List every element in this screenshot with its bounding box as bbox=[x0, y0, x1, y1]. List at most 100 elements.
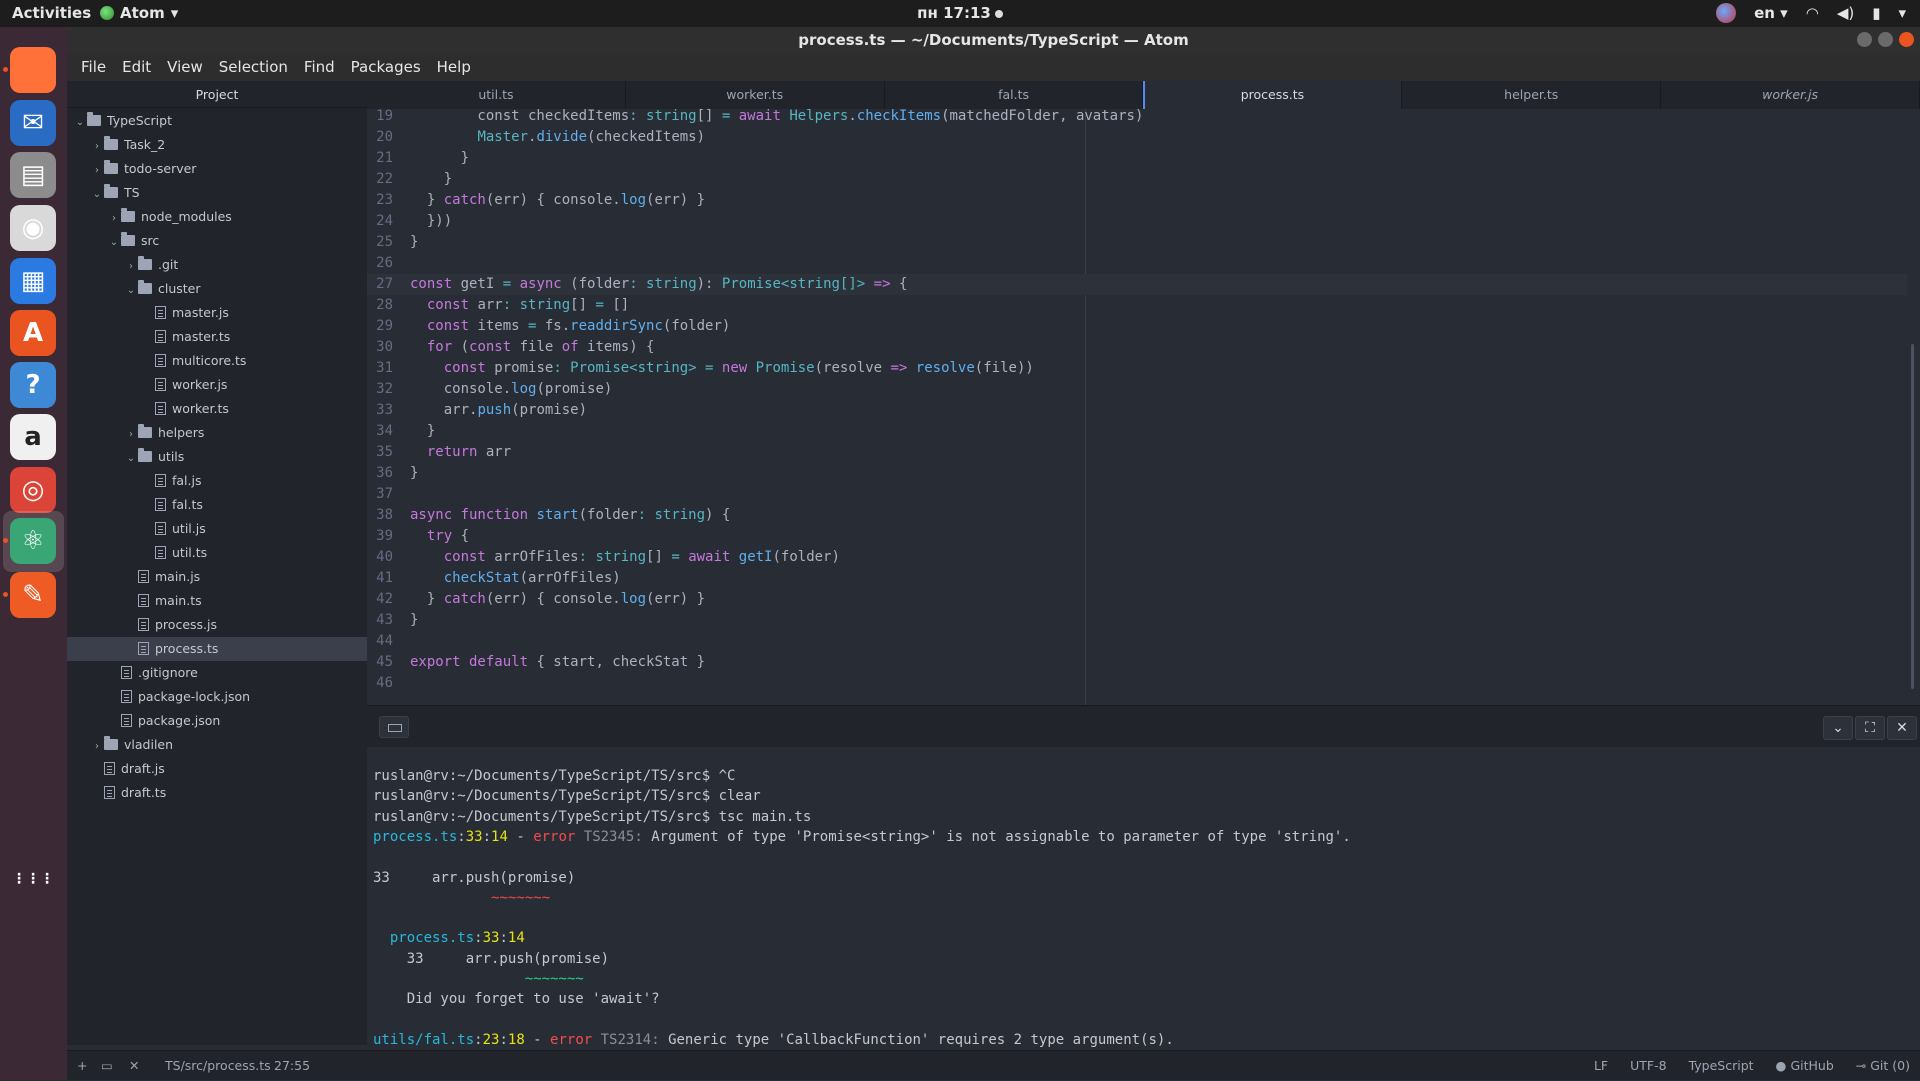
tree-folder[interactable]: ⌄ src bbox=[67, 229, 367, 253]
code-line[interactable]: 34 } bbox=[367, 421, 1907, 442]
chrome-icon[interactable]: ◎ bbox=[10, 467, 56, 513]
rhythmbox-icon[interactable]: ◉ bbox=[10, 205, 56, 251]
chevron-down-icon[interactable]: ⌄ bbox=[90, 183, 104, 207]
tree-file[interactable]: master.js bbox=[67, 301, 367, 325]
code-line[interactable]: 22 } bbox=[367, 169, 1907, 190]
tree-file[interactable]: process.js bbox=[67, 613, 367, 637]
encoding-selector[interactable]: UTF-8 bbox=[1630, 1051, 1666, 1081]
chevron-right-icon[interactable]: › bbox=[90, 159, 104, 183]
firefox-icon[interactable] bbox=[10, 47, 56, 93]
tree-folder[interactable]: ⌄ cluster bbox=[67, 277, 367, 301]
tree-folder[interactable]: › node_modules bbox=[67, 205, 367, 229]
postman-icon[interactable]: ✎ bbox=[10, 572, 56, 618]
tree-folder[interactable]: › helpers bbox=[67, 421, 367, 445]
minimize-button[interactable] bbox=[1857, 32, 1872, 47]
code-line[interactable]: 36} bbox=[367, 463, 1907, 484]
code-editor[interactable]: 19 const checkedItems: string[] = await … bbox=[367, 109, 1920, 705]
tree-file[interactable]: util.ts bbox=[67, 541, 367, 565]
code-line[interactable]: 33 arr.push(promise) bbox=[367, 400, 1907, 421]
tree-file[interactable]: main.js bbox=[67, 565, 367, 589]
amazon-icon[interactable]: a bbox=[10, 414, 56, 460]
tree-file[interactable]: package-lock.json bbox=[67, 685, 367, 709]
tree-file[interactable]: util.js bbox=[67, 517, 367, 541]
chevron-right-icon[interactable]: › bbox=[124, 423, 138, 447]
tree-file[interactable]: master.ts bbox=[67, 325, 367, 349]
tab-fal-ts[interactable]: fal.ts bbox=[885, 81, 1144, 109]
chevron-right-icon[interactable]: › bbox=[107, 207, 121, 231]
help-icon[interactable]: ? bbox=[10, 362, 56, 408]
files-icon[interactable]: ▤ bbox=[10, 152, 56, 198]
code-line[interactable]: 46 bbox=[367, 673, 1907, 694]
terminal-hide-button[interactable]: ⌄ bbox=[1823, 716, 1853, 740]
tree-file[interactable]: fal.js bbox=[67, 469, 367, 493]
chevron-down-icon[interactable]: ⌄ bbox=[124, 447, 138, 471]
menu-packages[interactable]: Packages bbox=[343, 58, 429, 76]
tree-folder[interactable]: ⌄ TypeScript bbox=[67, 109, 367, 133]
close-window-button[interactable] bbox=[1899, 32, 1914, 47]
chevron-right-icon[interactable]: › bbox=[90, 735, 104, 759]
terminal-icon[interactable]: ▭ bbox=[101, 1051, 113, 1081]
tab-helper-ts[interactable]: helper.ts bbox=[1402, 81, 1662, 109]
code-line[interactable]: 25} bbox=[367, 232, 1907, 253]
tree-file[interactable]: fal.ts bbox=[67, 493, 367, 517]
tree-file[interactable]: multicore.ts bbox=[67, 349, 367, 373]
code-line[interactable]: 29 const items = fs.readdirSync(folder) bbox=[367, 316, 1907, 337]
tree-folder[interactable]: › .git bbox=[67, 253, 367, 277]
menu-edit[interactable]: Edit bbox=[114, 58, 159, 76]
keyboard-layout-indicator[interactable]: en ▾ bbox=[1754, 4, 1788, 22]
code-line[interactable]: 26 bbox=[367, 253, 1907, 274]
chevron-right-icon[interactable]: › bbox=[124, 255, 138, 279]
menu-view[interactable]: View bbox=[159, 58, 211, 76]
code-line[interactable]: 40 const arrOfFiles: string[] = await ge… bbox=[367, 547, 1907, 568]
tab-worker-ts[interactable]: worker.ts bbox=[626, 81, 885, 109]
tree-file[interactable]: worker.ts bbox=[67, 397, 367, 421]
software-center-icon[interactable]: A bbox=[10, 310, 56, 356]
line-ending-selector[interactable]: LF bbox=[1594, 1051, 1608, 1081]
thunderbird-icon[interactable]: ✉ bbox=[10, 100, 56, 146]
menu-help[interactable]: Help bbox=[429, 58, 479, 76]
code-line[interactable]: 45 export default { start, checkStat } bbox=[367, 652, 1907, 673]
code-line[interactable]: 35 return arr bbox=[367, 442, 1907, 463]
grammar-selector[interactable]: TypeScript bbox=[1689, 1051, 1754, 1081]
code-line[interactable]: 27 const getI = async (folder: string): P… bbox=[367, 274, 1907, 295]
tree-file[interactable]: main.ts bbox=[67, 589, 367, 613]
code-line[interactable]: 37 bbox=[367, 484, 1907, 505]
code-line[interactable]: 38 async function start(folder: string) { bbox=[367, 505, 1907, 526]
chevron-down-icon[interactable]: ⌄ bbox=[124, 279, 138, 303]
chevron-down-icon[interactable]: ⌄ bbox=[107, 231, 121, 255]
code-line[interactable]: 44 bbox=[367, 631, 1907, 652]
code-line[interactable]: 30 for (const file of items) { bbox=[367, 337, 1907, 358]
code-line[interactable]: 28 const arr: string[] = [] bbox=[367, 295, 1907, 316]
tree-file[interactable]: draft.js bbox=[67, 757, 367, 781]
terminal-maximize-button[interactable]: ⛶ bbox=[1855, 716, 1885, 740]
tree-folder[interactable]: › todo-server bbox=[67, 157, 367, 181]
code-line[interactable]: 32 console.log(promise) bbox=[367, 379, 1907, 400]
tree-folder[interactable]: ⌄ TS bbox=[67, 181, 367, 205]
terminal-close-button[interactable]: ✕ bbox=[1887, 716, 1917, 740]
close-terminal-icon[interactable]: ✕ bbox=[129, 1051, 139, 1081]
code-line[interactable]: 21 } bbox=[367, 148, 1907, 169]
notification-badge-icon[interactable] bbox=[1716, 3, 1737, 23]
editor-scrollbar[interactable] bbox=[1911, 344, 1914, 689]
tree-file[interactable]: worker.js bbox=[67, 373, 367, 397]
menu-file[interactable]: File bbox=[73, 58, 114, 76]
code-line[interactable]: 31 const promise: Promise<string> = new … bbox=[367, 358, 1907, 379]
code-line[interactable]: 24 })) bbox=[367, 211, 1907, 232]
tree-file[interactable]: process.ts bbox=[67, 637, 367, 661]
file-path[interactable]: TS/src/process.ts bbox=[165, 1051, 271, 1081]
atom-icon[interactable]: ⚛ bbox=[10, 518, 56, 564]
code-line[interactable]: 20 Master.divide(checkedItems) bbox=[367, 127, 1907, 148]
code-line[interactable]: 43} bbox=[367, 610, 1907, 631]
tree-folder[interactable]: › vladilen bbox=[67, 733, 367, 757]
code-line[interactable]: 23 } catch(err) { console.log(err) } bbox=[367, 190, 1907, 211]
code-line[interactable]: 19 const checkedItems: string[] = await … bbox=[367, 109, 1907, 127]
chevron-right-icon[interactable]: › bbox=[90, 135, 104, 159]
terminal-output[interactable]: ruslan@rv:~/Documents/TypeScript/TS/src$… bbox=[367, 747, 1920, 1048]
menu-find[interactable]: Find bbox=[296, 58, 343, 76]
code-line[interactable]: 42 } catch(err) { console.log(err) } bbox=[367, 589, 1907, 610]
tab-process-ts[interactable]: process.ts bbox=[1143, 81, 1403, 109]
tab-util-ts[interactable]: util.ts bbox=[367, 81, 626, 109]
code-line[interactable]: 39 try { bbox=[367, 526, 1907, 547]
menu-selection[interactable]: Selection bbox=[211, 58, 296, 76]
keyboard-icon[interactable] bbox=[379, 716, 409, 738]
